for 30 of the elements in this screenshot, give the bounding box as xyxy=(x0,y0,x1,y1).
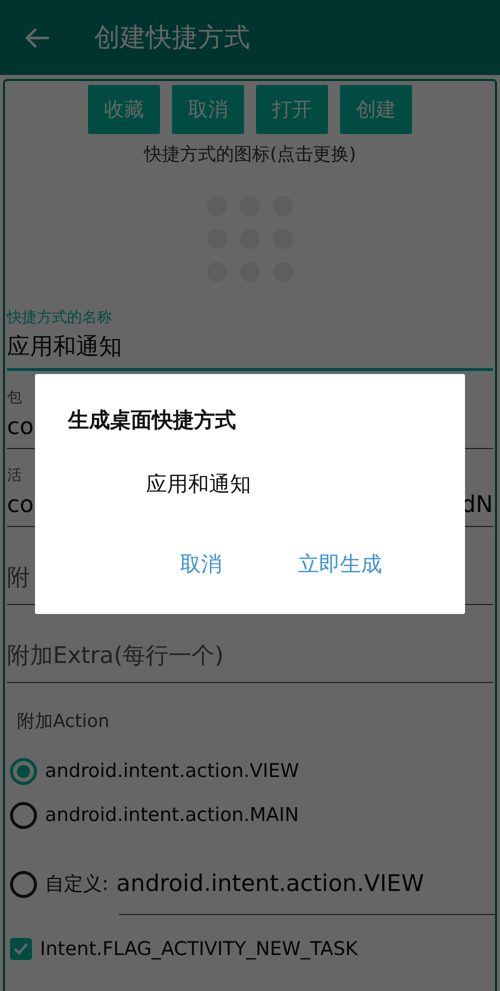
field-placeholder[interactable]: 附加Extra(每行一个) xyxy=(7,636,224,676)
checkbox[interactable] xyxy=(10,938,32,960)
checkbox-label: Intent.FLAG_ACTIVITY_NEW_TASK xyxy=(40,938,358,960)
section-label: 附加Action xyxy=(17,710,110,733)
custom-action-input[interactable]: android.intent.action.VIEW xyxy=(116,871,424,897)
dialog-button[interactable]: 立即生成 xyxy=(298,550,382,578)
toolbar-button[interactable]: 取消 xyxy=(172,85,244,134)
dialog-button[interactable]: 取消 xyxy=(180,550,222,578)
field-label: 包 xyxy=(7,388,22,406)
checkmark-icon xyxy=(13,942,29,956)
field-value[interactable]: co xyxy=(7,406,34,448)
radio-label: android.intent.action.MAIN xyxy=(45,804,299,826)
toolbar-button[interactable]: 收藏 xyxy=(88,85,160,134)
dialog-message: 应用和通知 xyxy=(146,471,252,498)
radio-label: android.intent.action.VIEW xyxy=(45,760,300,782)
field-value[interactable]: co xyxy=(7,484,34,526)
toolbar-button[interactable]: 创建 xyxy=(340,85,412,134)
dialog-title: 生成桌面快捷方式 xyxy=(68,407,237,434)
icon-caption: 快捷方式的图标(点击更换) xyxy=(144,143,356,166)
radio-button[interactable] xyxy=(10,802,37,828)
radio-button[interactable] xyxy=(10,758,37,784)
field-value[interactable]: 应用和通知 xyxy=(7,326,122,368)
toolbar-button[interactable]: 打开 xyxy=(256,85,328,134)
radio-button[interactable] xyxy=(10,870,37,898)
field-placeholder[interactable]: 附 xyxy=(7,558,30,598)
field-label: 快捷方式的名称 xyxy=(7,308,112,326)
field-label: 活 xyxy=(7,466,22,484)
radio-label: 自定义: xyxy=(45,872,108,897)
back-arrow-icon[interactable] xyxy=(24,26,50,48)
screen-title: 创建快捷方式 xyxy=(94,22,250,55)
